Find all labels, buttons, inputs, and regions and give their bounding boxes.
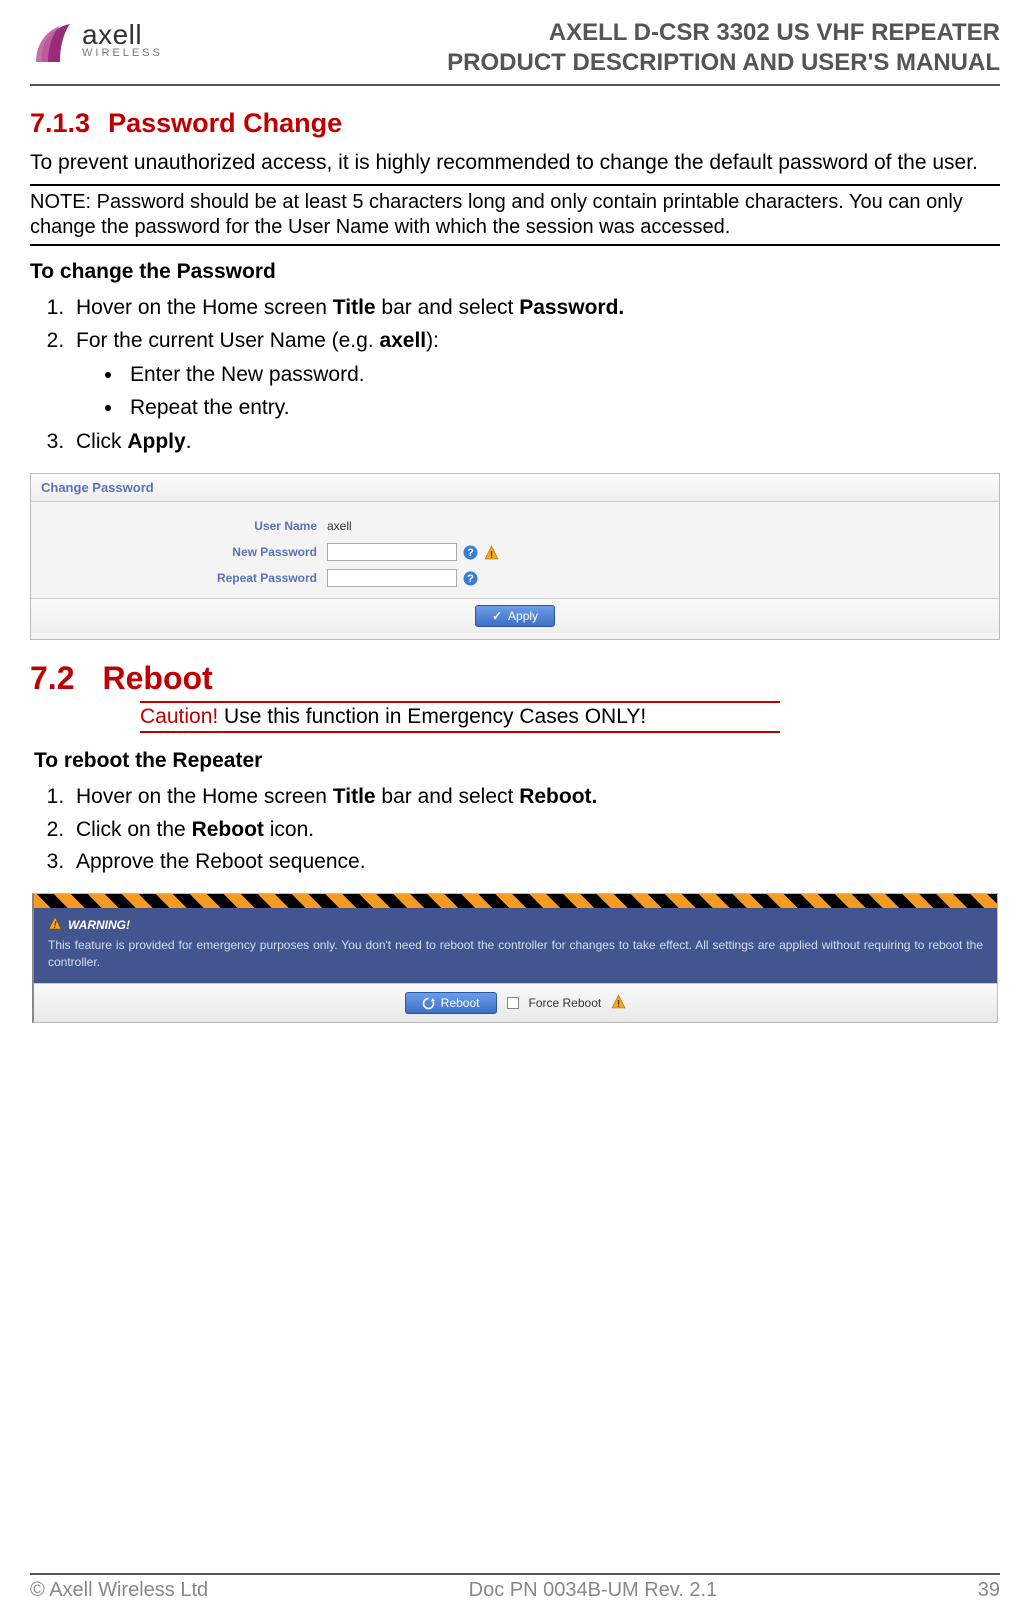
force-reboot-label: Force Reboot	[529, 996, 602, 1010]
page-header: axell WIRELESS AXELL D-CSR 3302 US VHF R…	[30, 18, 1000, 86]
note-box: NOTE: Password should be at least 5 char…	[30, 184, 1000, 246]
value-username: axell	[327, 519, 352, 533]
step-2: For the current User Name (e.g. axell): …	[70, 325, 1000, 425]
logo-icon	[30, 18, 76, 64]
apply-label: Apply	[508, 609, 538, 623]
bullet-1: Enter the New password.	[124, 359, 1000, 392]
brand-name: axell	[82, 23, 163, 47]
reboot-step-1: Hover on the Home screen Title bar and s…	[70, 781, 1000, 814]
new-password-input[interactable]	[327, 543, 457, 561]
step-1: Hover on the Home screen Title bar and s…	[70, 292, 1000, 325]
logo: axell WIRELESS	[30, 18, 163, 64]
steps-reboot: Hover on the Home screen Title bar and s…	[30, 781, 1000, 879]
hazard-stripes	[34, 894, 997, 908]
caution-box: Caution! Use this function in Emergency …	[140, 701, 780, 733]
brand-sub: WIRELESS	[82, 49, 163, 58]
form-area: User Name axell New Password ? ! Repeat …	[31, 502, 999, 639]
label-repeat-password: Repeat Password	[31, 571, 327, 585]
step-3: Click Apply.	[70, 426, 1000, 459]
apply-button[interactable]: Apply	[475, 605, 555, 627]
warning-box: ! WARNING! This feature is provided for …	[34, 908, 997, 983]
panel-title: Change Password	[31, 474, 999, 502]
svg-text:!: !	[617, 999, 620, 1009]
intro-713: To prevent unauthorized access, it is hi…	[30, 149, 1000, 176]
row-username: User Name axell	[31, 514, 999, 538]
caution-text: Use this function in Emergency Cases ONL…	[218, 705, 646, 728]
force-reboot-checkbox[interactable]	[507, 997, 519, 1009]
label-username: User Name	[31, 519, 327, 533]
doc-title: AXELL D-CSR 3302 US VHF REPEATER PRODUCT…	[447, 18, 1000, 78]
reboot-panel: ! WARNING! This feature is provided for …	[32, 893, 998, 1023]
reboot-step-3: Approve the Reboot sequence.	[70, 846, 1000, 879]
heading-text-72: Reboot	[102, 660, 212, 696]
steps-change-pw: Hover on the Home screen Title bar and s…	[30, 292, 1000, 459]
warning-icon: !	[611, 994, 626, 1012]
repeat-password-input[interactable]	[327, 569, 457, 587]
warning-icon: !	[48, 916, 62, 935]
label-new-password: New Password	[31, 545, 327, 559]
page-footer: © Axell Wireless Ltd Doc PN 0034B-UM Rev…	[30, 1573, 1000, 1602]
caution-label: Caution!	[140, 705, 218, 728]
doc-title-line1: AXELL D-CSR 3302 US VHF REPEATER	[447, 18, 1000, 48]
apply-row: Apply	[31, 598, 999, 633]
check-icon	[492, 609, 502, 623]
warning-title: WARNING!	[68, 917, 130, 934]
warning-icon: !	[484, 545, 499, 560]
heading-text: Password Change	[108, 108, 342, 138]
subhead-reboot: To reboot the Repeater	[34, 749, 1000, 773]
svg-text:?: ?	[467, 573, 474, 585]
row-repeat-password: Repeat Password ?	[31, 566, 999, 590]
warning-heading: ! WARNING!	[48, 916, 983, 935]
footer-center: Doc PN 0034B-UM Rev. 2.1	[469, 1579, 718, 1602]
heading-7-1-3: 7.1.3 Password Change	[30, 108, 1000, 139]
heading-num: 7.1.3	[30, 108, 90, 138]
help-icon[interactable]: ?	[463, 571, 478, 586]
svg-text:?: ?	[467, 547, 474, 559]
reboot-label: Reboot	[441, 996, 480, 1010]
subhead-change-pw: To change the Password	[30, 260, 1000, 284]
reboot-step-2: Click on the Reboot icon.	[70, 814, 1000, 847]
help-icon[interactable]: ?	[463, 545, 478, 560]
change-password-panel: Change Password User Name axell New Pass…	[30, 473, 1000, 640]
svg-text:!: !	[490, 550, 493, 560]
reboot-icon	[422, 997, 435, 1010]
footer-right: 39	[978, 1579, 1000, 1602]
reboot-action-row: Reboot Force Reboot !	[34, 983, 997, 1022]
reboot-button[interactable]: Reboot	[405, 992, 497, 1014]
doc-title-line2: PRODUCT DESCRIPTION AND USER'S MANUAL	[447, 48, 1000, 78]
warning-body: This feature is provided for emergency p…	[48, 937, 983, 971]
bullet-2: Repeat the entry.	[124, 392, 1000, 425]
logo-text: axell WIRELESS	[82, 23, 163, 58]
row-new-password: New Password ? !	[31, 540, 999, 564]
footer-left: © Axell Wireless Ltd	[30, 1579, 208, 1602]
heading-num-72: 7.2	[30, 660, 74, 696]
heading-7-2: 7.2 Reboot	[30, 660, 1000, 697]
